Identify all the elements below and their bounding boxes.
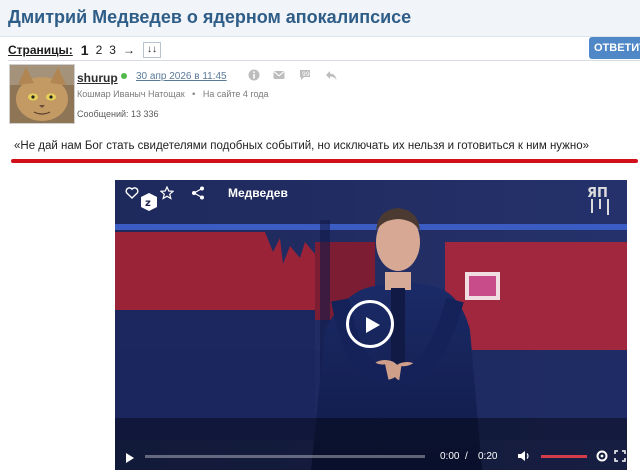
- fullscreen-icon[interactable]: [614, 449, 626, 465]
- settings-icon[interactable]: [595, 449, 609, 466]
- post-divider: [8, 60, 640, 61]
- current-time: 0:00: [440, 451, 460, 462]
- post-author-meta: Кошмар Иваныч Натощак • На сайте 4 года: [77, 89, 269, 99]
- post-date[interactable]: 30 апр 2026 в 11:45: [136, 71, 227, 82]
- play-icon: [365, 316, 381, 339]
- user-signature: Кошмар Иваныч Натощак: [77, 89, 185, 99]
- messages-count: Сообщений: 13 336: [77, 109, 159, 119]
- all-pages-button[interactable]: ↓↓: [142, 42, 161, 58]
- mail-icon[interactable]: [273, 69, 285, 84]
- duration: 0:20: [478, 451, 498, 462]
- user-on-site: На сайте 4 года: [202, 89, 269, 99]
- online-indicator: [121, 73, 127, 79]
- info-icon[interactable]: [248, 69, 260, 84]
- svg-text:99: 99: [302, 71, 310, 78]
- small-play-icon[interactable]: [125, 451, 135, 467]
- heart-icon[interactable]: [125, 186, 139, 203]
- share-icon[interactable]: [191, 186, 205, 203]
- volume-slider[interactable]: [541, 455, 587, 458]
- page-3-link[interactable]: 3: [109, 43, 116, 57]
- video-progress-track[interactable]: [145, 455, 425, 458]
- reply-button[interactable]: ОТВЕТИТ: [589, 37, 640, 59]
- pagination: Страницы: 1 2 3 → ↓↓: [8, 42, 161, 58]
- star-icon[interactable]: [159, 185, 175, 203]
- topic-header: Дмитрий Медведев о ядерном апокалипсисе: [0, 0, 640, 37]
- reply-icon[interactable]: [325, 69, 337, 84]
- quote-icon[interactable]: 99: [299, 69, 311, 84]
- user-avatar[interactable]: [9, 64, 75, 124]
- page-title: Дмитрий Медведев о ядерном апокалипсисе: [8, 7, 412, 27]
- time-separator: /: [465, 451, 468, 462]
- page-1-link[interactable]: 1: [81, 42, 89, 58]
- post-author[interactable]: shurup: [77, 71, 118, 85]
- next-page-arrow[interactable]: →: [123, 43, 135, 57]
- yap-logo-icon: ЯП: [586, 183, 616, 220]
- post-quote: «Не дай нам Бог стать свидетелями подобн…: [14, 140, 590, 152]
- z-logo-icon: z: [141, 193, 157, 214]
- volume-icon[interactable]: [517, 449, 531, 466]
- quote-underline: [11, 159, 638, 163]
- page-2-link[interactable]: 2: [96, 43, 103, 57]
- pages-label[interactable]: Страницы:: [8, 43, 73, 57]
- svg-text:ЯП: ЯП: [587, 186, 608, 201]
- video-title[interactable]: Медведев: [228, 186, 288, 200]
- play-button[interactable]: [346, 300, 394, 348]
- svg-text:z: z: [145, 198, 151, 209]
- meta-separator: •: [192, 89, 196, 99]
